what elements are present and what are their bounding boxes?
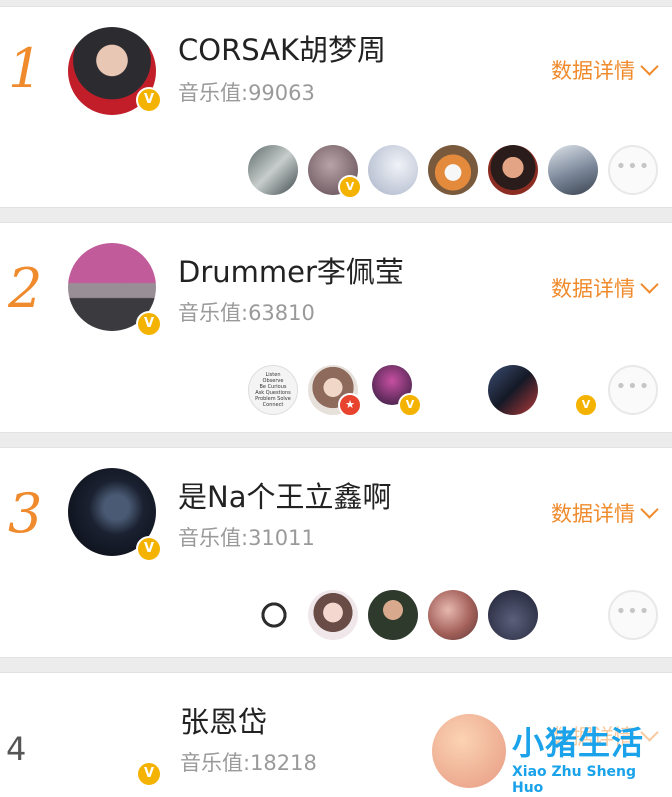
ranking-card-3: 3 V 是Na个王立鑫啊 音乐值:31011 数据详情 ••• <box>0 448 672 655</box>
data-details-button[interactable]: 数据详情 <box>551 498 659 528</box>
music-score: 音乐值:99063 <box>178 81 315 105</box>
music-score: 音乐值:63810 <box>178 301 315 325</box>
artist-name[interactable]: Drummer李佩莹 <box>178 249 404 291</box>
fan-avatar[interactable]: Listen Observe Be Curious Ask Questions … <box>248 365 298 415</box>
section-separator <box>0 432 672 448</box>
more-fans-button[interactable]: ••• <box>608 145 658 195</box>
fan-avatar[interactable] <box>488 590 538 640</box>
fan-avatar[interactable] <box>368 590 418 640</box>
pig-mascot-icon <box>432 714 506 788</box>
data-details-button[interactable]: 数据详情 <box>551 55 659 85</box>
data-details-label: 数据详情 <box>551 502 635 526</box>
verified-badge-icon: V <box>338 175 362 199</box>
fan-avatar[interactable] <box>368 145 418 195</box>
artist-name[interactable]: CORSAK胡梦周 <box>178 27 386 69</box>
rank-number: 2 <box>8 257 43 320</box>
watermark-logo: 小猪生活 Xiao Zhu Sheng Huo <box>432 712 668 796</box>
fan-avatar[interactable] <box>488 365 538 415</box>
data-details-button[interactable]: 数据详情 <box>551 273 659 303</box>
section-separator <box>0 657 672 673</box>
verified-badge-icon: V <box>136 536 162 562</box>
watermark-subtitle: Xiao Zhu Sheng Huo <box>512 764 637 796</box>
fan-avatar[interactable] <box>252 593 296 637</box>
chevron-down-icon <box>640 275 659 294</box>
section-separator <box>0 0 672 7</box>
verified-badge-icon: V <box>136 311 162 337</box>
fan-avatar[interactable] <box>248 145 298 195</box>
section-separator <box>0 207 672 223</box>
rank-number: 1 <box>8 37 43 100</box>
more-fans-button[interactable]: ••• <box>608 365 658 415</box>
fan-avatar[interactable] <box>428 145 478 195</box>
verified-badge-icon: V <box>574 393 598 417</box>
artist-name[interactable]: 是Na个王立鑫啊 <box>178 474 391 516</box>
fan-avatar-text: Connect <box>262 402 284 408</box>
star-badge-icon: ★ <box>338 393 362 417</box>
fan-avatar[interactable] <box>428 590 478 640</box>
chevron-down-icon <box>640 57 659 76</box>
verified-badge-icon: V <box>398 393 422 417</box>
watermark-title: 小猪生活 <box>512 724 645 762</box>
rank-number: 4 <box>6 730 27 768</box>
fan-avatar[interactable] <box>488 145 538 195</box>
music-score: 音乐值:18218 <box>180 751 317 775</box>
fan-avatar[interactable] <box>308 590 358 640</box>
verified-badge-icon: V <box>136 761 162 787</box>
verified-badge-icon: V <box>136 87 162 113</box>
ranking-card-1: 1 V CORSAK胡梦周 音乐值:99063 数据详情 V ••• <box>0 7 672 205</box>
rank-number: 3 <box>8 482 43 545</box>
music-score: 音乐值:31011 <box>178 526 315 550</box>
fan-avatar[interactable] <box>548 145 598 195</box>
ranking-card-2: 2 V Drummer李佩莹 音乐值:63810 数据详情 Listen Obs… <box>0 223 672 430</box>
data-details-label: 数据详情 <box>551 59 635 83</box>
more-fans-button[interactable]: ••• <box>608 590 658 640</box>
chevron-down-icon <box>640 500 659 519</box>
artist-name[interactable]: 张恩岱 <box>180 699 267 741</box>
data-details-label: 数据详情 <box>551 277 635 301</box>
